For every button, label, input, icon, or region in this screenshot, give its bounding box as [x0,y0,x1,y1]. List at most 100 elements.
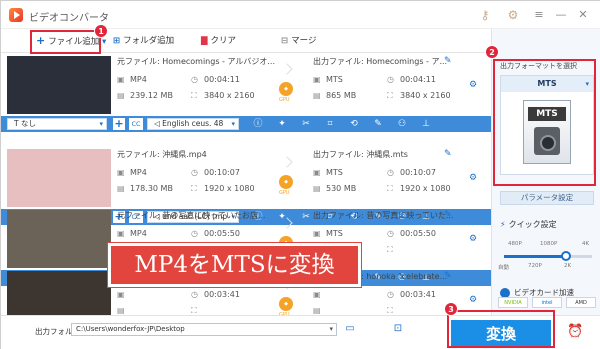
folder-open-icon[interactable]: ▭ [343,322,357,336]
source-filename: 元ファイル: Homecomings - アルバジオ... [117,57,276,66]
input-duration: ◷ 00:03:41 [191,290,240,299]
resolution-icon: ⛶ [387,245,393,254]
chevron-down-icon[interactable]: ▾ [329,324,333,335]
output-settings-icon[interactable]: ⚙ [469,80,481,94]
edit-icon[interactable]: ✎ [444,271,452,281]
resolution-icon: ⛶ [191,91,197,100]
output-format: ▣ [313,290,326,299]
input-resolution: ⛶ 1920 x 1080 [191,184,255,194]
output-settings-icon[interactable]: ⚙ [469,173,481,187]
options-bar: T なし ▾ + CC ◁ English ceus. 48 ▾ ⓘ ✦ ✂ ⌗ ⟲ ✎ ⚇ ⊥ [1,116,491,132]
quality-slider-track[interactable] [504,255,592,258]
menu-icon[interactable]: ≡ [531,7,547,23]
user-icon[interactable]: ⚇ [395,117,409,131]
merge-button[interactable]: ⊟ マージ [281,34,316,46]
cc-icon[interactable]: CC [129,118,143,130]
input-resolution-value: 1920 x 1080 [204,184,255,193]
output-filename: 出力ファイル: Homecomings - ア... [313,57,448,66]
watermark-icon[interactable]: ✎ [371,117,385,131]
output-size: ▤ 865 MB [313,91,356,100]
effects-icon[interactable]: ✦ [275,117,289,131]
key-icon[interactable]: ⚷ [477,7,493,23]
subtitle-icon[interactable]: ⊥ [419,117,433,131]
format-icon: ▣ [313,229,321,238]
size-icon: ▤ [117,184,125,193]
input-size: ▤ 178.30 MB [117,184,173,193]
add-subtitle-button[interactable]: + [113,118,125,130]
info-icon[interactable]: ⓘ [251,117,265,131]
chevron-down-icon[interactable]: ▾ [102,37,106,47]
input-duration-value: 00:10:07 [204,168,240,177]
chevron-down-icon: ▾ [99,120,103,128]
size-icon: ▤ [313,184,321,193]
output-settings-icon[interactable]: ⚙ [469,295,481,309]
output-size-value: 530 MB [326,184,357,193]
callout-badge-2: 2 [485,45,499,59]
arrow-separator [281,63,293,75]
output-duration: ◷ 00:10:07 [387,168,436,177]
input-format: ▣ [117,290,130,299]
audio-track-select[interactable]: ◁ English ceus. 48 ▾ [147,118,239,130]
subtitle-select[interactable]: T なし ▾ [7,118,107,130]
input-resolution-value: 3840 x 2160 [204,91,255,100]
gpu-icon: ◆ [279,297,293,311]
minimize-button[interactable]: — [553,7,569,23]
output-settings-icon[interactable]: ⚙ [469,234,481,248]
input-duration-value: 00:05:50 [204,229,240,238]
output-path-text: C:\Users\wonderfox-JP\Desktop [76,325,185,333]
tick-label: 720P [528,263,542,269]
output-folder-field[interactable]: C:\Users\wonderfox-JP\Desktop ▾ [71,323,337,336]
output-resolution: ⛶ 3840 x 2160 [387,91,451,101]
input-duration: ◷ 00:04:11 [191,75,240,84]
output-folder-icon[interactable]: ⊡ [391,322,405,336]
clock-icon: ◷ [387,229,394,238]
output-format: ▣ MTS [313,168,343,177]
file-row[interactable]: 元ファイル: Homecomings - アルバジオ... 出力ファイル: Hom… [1,53,491,140]
output-size: ▤ 530 MB [313,184,356,193]
input-size: ▤ 239.12 MB [117,91,173,100]
input-format: ▣ MP4 [117,168,147,177]
crop-icon[interactable]: ⌗ [323,117,337,131]
output-duration-value: 00:10:07 [400,168,436,177]
output-filename: 出力ファイル: 昔の写真に映っていた... [313,211,454,220]
add-folder-button[interactable]: ⊞ フォルダ追加 [113,34,174,46]
tick-label: 自動 [498,265,510,271]
output-resolution: ⛶ [387,245,400,255]
audio-icon: ◁ [154,119,163,128]
video-thumbnail[interactable] [7,271,111,316]
gpu-label: GPU [279,97,290,103]
video-thumbnail[interactable] [7,149,111,207]
clock-icon: ◷ [387,75,394,84]
resolution-icon: ⛶ [387,184,393,193]
subtitle-value: なし [20,119,36,128]
edit-icon[interactable]: ✎ [444,149,452,159]
input-resolution: ⛶ 3840 x 2160 [191,91,255,101]
video-thumbnail[interactable] [7,210,111,268]
format-icon: ▣ [313,290,321,299]
size-icon: ▤ [313,306,321,315]
rotate-icon[interactable]: ⟲ [347,117,361,131]
cut-icon[interactable]: ✂ [299,117,313,131]
settings-icon[interactable]: ⚙ [505,7,521,23]
output-format-value: MTS [326,168,343,177]
edit-icon[interactable]: ✎ [444,210,452,220]
subtitle-icon: T [14,119,21,128]
size-icon: ▤ [117,306,125,315]
alarm-clock-icon[interactable]: ⏰ [567,324,583,340]
parameter-settings-button[interactable]: パラメータ設定 [500,191,594,205]
tick-label: 480P [508,241,522,247]
video-thumbnail[interactable] [7,56,111,114]
clock-icon: ◷ [191,168,198,177]
close-button[interactable]: ✕ [575,7,591,23]
clear-button[interactable]: ▇ クリア [201,34,236,46]
quick-settings-label: クイック設定 [508,220,557,229]
input-format-value: MP4 [130,168,147,177]
format-icon: ▣ [313,168,321,177]
edit-icon[interactable]: ✎ [444,56,452,66]
quality-slider-handle[interactable] [560,251,571,261]
conversion-banner: MP4をMTSに変換 [108,243,361,287]
amd-logo: AMD [566,297,596,308]
convert-highlight [447,310,555,348]
tick-label: 1080P [540,241,558,247]
output-size: ▤ [313,306,326,315]
